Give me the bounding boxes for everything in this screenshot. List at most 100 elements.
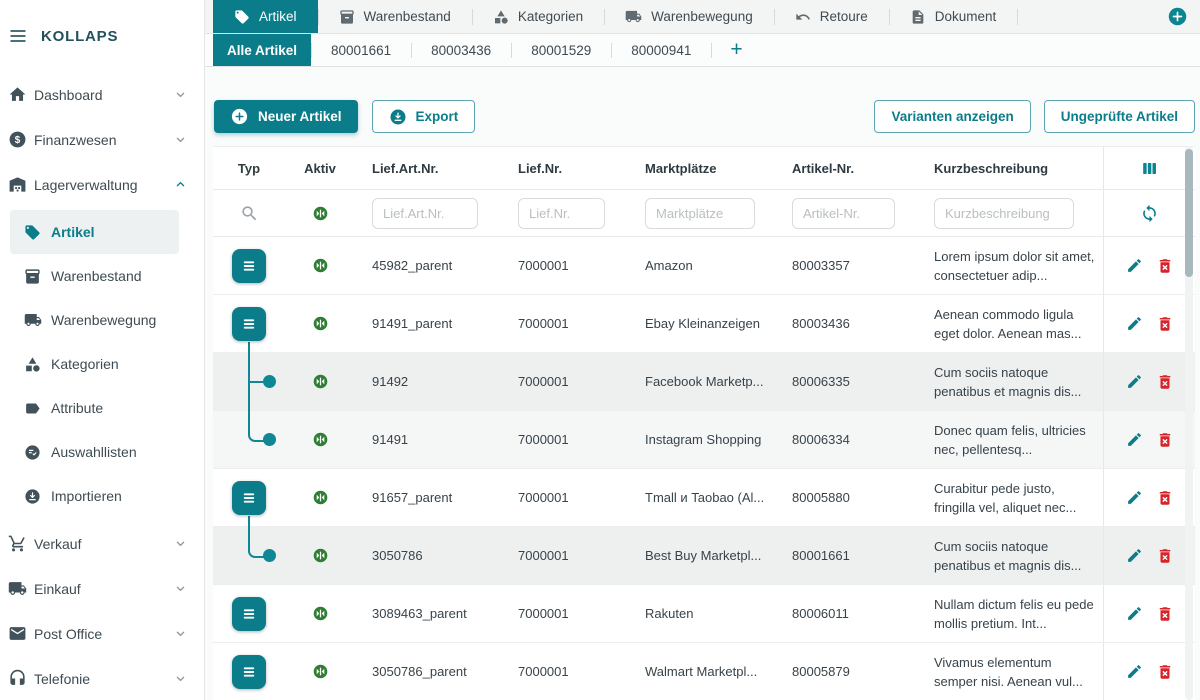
sidebar-item-artikel[interactable]: Artikel (10, 210, 179, 254)
add-article-tab-button[interactable]: + (711, 34, 761, 66)
table-row-child[interactable]: 91492 7000001 Facebook Marketp... 800063… (213, 353, 1195, 411)
edit-icon[interactable] (1126, 431, 1143, 448)
delete-icon[interactable] (1156, 547, 1174, 565)
article-type-icon[interactable] (232, 655, 266, 689)
tree-node-dot (263, 549, 276, 562)
chevron-down-icon (173, 581, 188, 596)
articles-table: Typ Aktiv Lief.Art.Nr. Lief.Nr. Marktplä… (213, 146, 1195, 700)
table-row[interactable]: 3050786_parent 7000001 Walmart Marketpl.… (213, 643, 1195, 700)
delete-icon[interactable] (1156, 489, 1174, 507)
artikel-nr-cell: 80006011 (778, 585, 923, 642)
marktplatz-cell: Walmart Marketpl... (633, 643, 778, 700)
article-type-icon[interactable] (232, 481, 266, 515)
delete-icon[interactable] (1156, 257, 1174, 275)
filter-marktplaetze-input[interactable] (645, 198, 755, 229)
tab-artikel[interactable]: Artikel (213, 0, 318, 33)
table-row-child[interactable]: 3050786 7000001 Best Buy Marketpl... 800… (213, 527, 1195, 585)
edit-icon[interactable] (1126, 315, 1143, 332)
filter-lief-nr-input[interactable] (518, 198, 605, 229)
vertical-scrollbar (1185, 146, 1193, 700)
chevron-down-icon (173, 536, 188, 551)
home-icon (8, 85, 27, 104)
article-type-icon[interactable] (232, 249, 266, 283)
sidebar-item-attribute[interactable]: Attribute (10, 386, 179, 430)
add-tab-button[interactable] (1167, 6, 1188, 27)
sidebar-item-kategorien[interactable]: Kategorien (10, 342, 179, 386)
tab-retoure[interactable]: Retoure (774, 0, 889, 33)
delete-icon[interactable] (1156, 431, 1174, 449)
subtab-article[interactable]: 80001661 (311, 34, 411, 66)
lief-art-nr-cell: 3050786_parent (355, 643, 503, 700)
tab-dokument[interactable]: Dokument (889, 0, 1018, 33)
columns-icon[interactable] (1140, 159, 1159, 178)
marktplatz-cell: Instagram Shopping (633, 411, 778, 468)
refresh-icon[interactable] (1140, 204, 1159, 223)
truck-icon (625, 8, 642, 25)
sidebar-item-lagerverwaltung[interactable]: Lagerverwaltung (0, 162, 204, 207)
marktplatz-cell: Best Buy Marketpl... (633, 527, 778, 584)
marktplatz-cell: Tmall и Taobao (Al... (633, 469, 778, 526)
kurzbeschreibung-cell: Nullam dictum felis eu pede mollis preti… (923, 585, 1103, 642)
sidebar-item-verkauf[interactable]: Verkauf (0, 521, 204, 566)
checklist-circle-icon (24, 444, 41, 461)
tab-warenbestand[interactable]: Warenbestand (318, 0, 472, 33)
edit-icon[interactable] (1126, 547, 1143, 564)
sidebar-item-importieren[interactable]: Importieren (10, 474, 179, 518)
tab-kategorien[interactable]: Kategorien (472, 0, 604, 33)
active-status-icon (312, 489, 329, 506)
artikel-nr-cell: 80006334 (778, 411, 923, 468)
edit-icon[interactable] (1126, 605, 1143, 622)
table-row-child[interactable]: 91491 7000001 Instagram Shopping 8000633… (213, 411, 1195, 469)
tree-node-dot (263, 375, 276, 388)
cart-icon (8, 534, 27, 553)
subtab-article[interactable]: 80001529 (511, 34, 611, 66)
filter-kurzbeschreibung-input[interactable] (934, 198, 1074, 229)
tab-divider (1017, 9, 1018, 25)
edit-icon[interactable] (1126, 663, 1143, 680)
edit-icon[interactable] (1126, 373, 1143, 390)
edit-icon[interactable] (1126, 257, 1143, 274)
chevron-down-icon (173, 132, 188, 147)
download-circle-icon (389, 108, 407, 126)
article-type-icon[interactable] (232, 597, 266, 631)
search-icon (240, 204, 259, 223)
tab-warenbewegung[interactable]: Warenbewegung (604, 0, 774, 33)
filter-lief-art-nr-input[interactable] (372, 198, 478, 229)
lief-art-nr-cell: 91491_parent (355, 295, 503, 352)
sidebar-item-telefonie[interactable]: Telefonie (0, 656, 204, 700)
scrollbar-thumb[interactable] (1185, 149, 1193, 277)
sidebar-item-dashboard[interactable]: Dashboard (0, 72, 204, 117)
menu-icon[interactable] (8, 26, 28, 46)
subtab-article[interactable]: 80000941 (611, 34, 711, 66)
lief-art-nr-cell: 3050786 (355, 527, 503, 584)
kurzbeschreibung-cell: Curabitur pede justo, fringilla vel, ali… (923, 469, 1103, 526)
unverified-articles-button[interactable]: Ungeprüfte Artikel (1044, 100, 1195, 133)
table-row[interactable]: 91491_parent 7000001 Ebay Kleinanzeigen … (213, 295, 1195, 353)
subtab-article[interactable]: 80003436 (411, 34, 511, 66)
column-header-typ: Typ (213, 147, 285, 189)
delete-icon[interactable] (1156, 315, 1174, 333)
sidebar-item-warenbestand[interactable]: Warenbestand (10, 254, 179, 298)
active-filter-icon[interactable] (312, 205, 329, 222)
delete-icon[interactable] (1156, 373, 1174, 391)
article-type-icon[interactable] (232, 307, 266, 341)
export-button[interactable]: Export (372, 100, 476, 133)
show-variants-button[interactable]: Varianten anzeigen (874, 100, 1030, 133)
sidebar-item-warenbewegung[interactable]: Warenbewegung (10, 298, 179, 342)
delete-icon[interactable] (1156, 605, 1174, 623)
edit-icon[interactable] (1126, 489, 1143, 506)
sidebar-item-einkauf[interactable]: Einkauf (0, 566, 204, 611)
filter-artikel-nr-input[interactable] (792, 198, 895, 229)
column-header-lief-art-nr: Lief.Art.Nr. (355, 147, 503, 189)
table-row[interactable]: 45982_parent 7000001 Amazon 80003357 Lor… (213, 237, 1195, 295)
sidebar-item-finanzwesen[interactable]: Finanzwesen (0, 117, 204, 162)
table-row[interactable]: 91657_parent 7000001 Tmall и Taobao (Al.… (213, 469, 1195, 527)
marktplatz-cell: Amazon (633, 237, 778, 294)
sidebar-item-auswahllisten[interactable]: Auswahllisten (10, 430, 179, 474)
tag-icon (24, 224, 41, 241)
new-article-button[interactable]: Neuer Artikel (214, 100, 358, 133)
table-row[interactable]: 3089463_parent 7000001 Rakuten 80006011 … (213, 585, 1195, 643)
subtab-alle-artikel[interactable]: Alle Artikel (213, 34, 311, 66)
delete-icon[interactable] (1156, 663, 1174, 681)
sidebar-item-post-office[interactable]: Post Office (0, 611, 204, 656)
